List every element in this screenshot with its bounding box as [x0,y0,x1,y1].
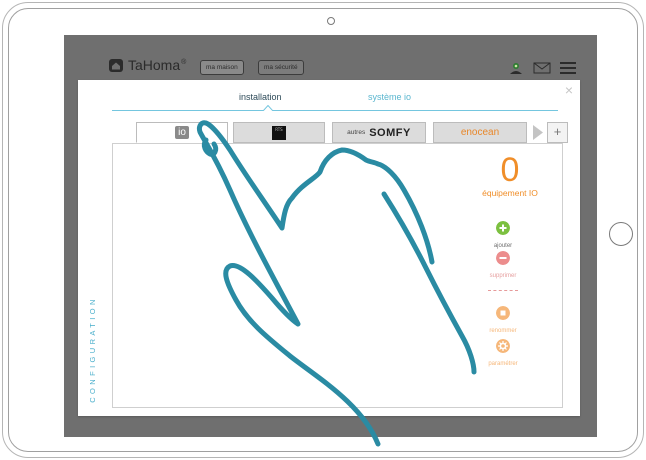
add-label: ajouter [493,243,513,249]
enocean-logo: enocean [460,127,500,138]
remove-button[interactable]: supprimer [476,251,530,279]
rename-label: renommer [489,328,517,334]
rename-button[interactable]: renommer [476,306,530,334]
separator [488,290,518,291]
tab-underline [112,110,558,111]
protocol-tab-rts[interactable]: RTS [233,122,325,143]
tab-installation[interactable]: installation [239,92,282,102]
settings-label: paramétrer [488,361,518,367]
tab-systeme-io[interactable]: système io [368,92,411,102]
top-icons [507,61,577,75]
remove-icon [496,251,510,265]
logo-registered-mark: ® [181,58,187,66]
device-counter: 0 équipement IO [462,152,558,198]
io-logo: io [175,126,189,139]
nav-pill-ma-maison[interactable]: ma maison [200,60,244,75]
camera-icon [327,17,335,25]
tab-caret-icon [263,105,273,111]
menu-icon[interactable] [559,61,577,75]
configuration-dialog: × installation système io CONFIGURATION … [78,80,580,416]
somfy-logo: SOMFY [369,126,411,139]
device-count: 0 [500,151,520,189]
logo-text: TaHoma [128,57,181,73]
add-button[interactable]: ajouter [476,221,530,249]
mail-icon[interactable] [533,61,551,75]
rename-icon [496,306,510,320]
house-icon [109,58,123,72]
add-protocol-button[interactable]: + [547,122,568,143]
rts-logo: RTS [272,125,286,140]
top-bar: TaHoma ® ma maison ma sécurité [64,35,597,79]
user-icon[interactable] [507,61,525,75]
side-label: CONFIGURATION [80,270,104,410]
protocol-tab-io[interactable]: io [136,122,228,143]
remove-label: supprimer [489,273,517,279]
home-button[interactable] [609,222,633,246]
stage: TaHoma ® ma maison ma sécurité × install… [0,0,646,460]
settings-button[interactable]: paramétrer [476,339,530,367]
side-label-text: CONFIGURATION [87,296,97,403]
add-icon [496,221,510,235]
close-icon[interactable]: × [562,83,576,97]
settings-icon [496,339,510,353]
nav-pill-ma-securite[interactable]: ma sécurité [258,60,304,75]
protocol-tab-enocean[interactable]: enocean [433,122,527,143]
next-arrow-icon[interactable] [531,123,545,142]
protocol-tab-autres-somfy[interactable]: autres SOMFY [332,122,426,143]
autres-label: autres [347,129,366,136]
device-count-label: équipement IO [482,188,538,198]
tahoma-logo[interactable]: TaHoma ® [108,57,186,73]
